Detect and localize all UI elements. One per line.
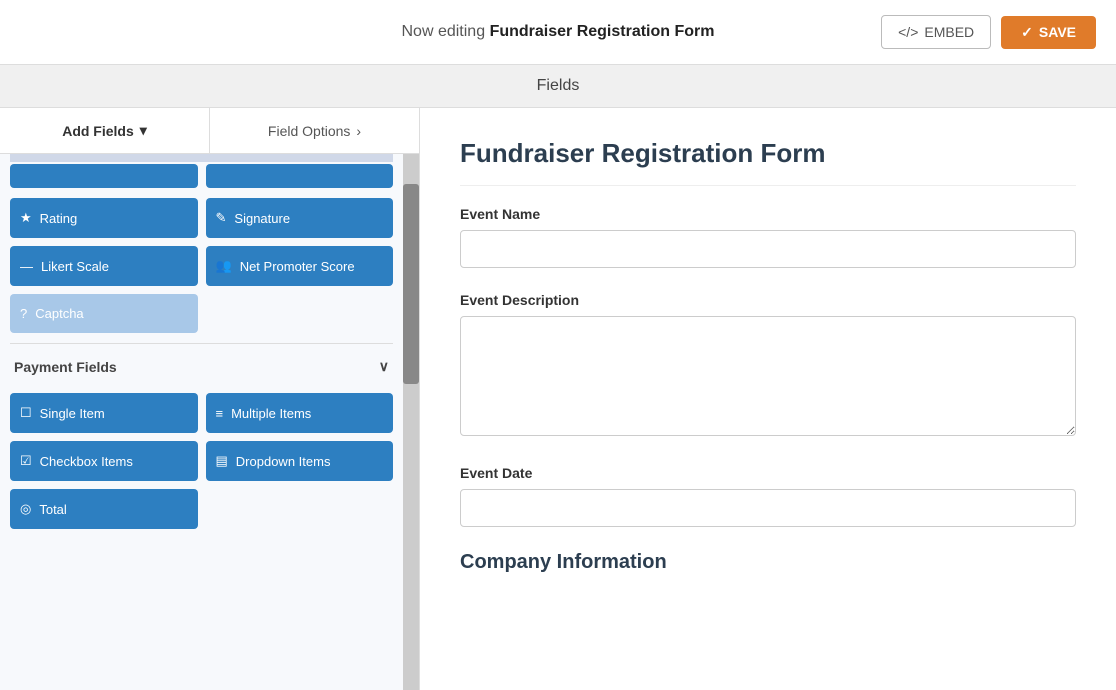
signature-button[interactable]: ✎ Signature [206,198,394,238]
tab-add-fields[interactable]: Add Fields ▾ [0,108,210,153]
scroll-bar[interactable] [403,154,419,690]
event-date-field: Event Date [460,465,1076,527]
checkmark-icon: ✓ [1021,24,1033,41]
likert-icon: — [20,259,33,274]
payment-collapse-icon[interactable]: ∨ [379,358,389,375]
company-information-section: Company Information [460,551,1076,574]
top-bar-actions: </> EMBED ✓ SAVE [881,15,1096,49]
event-description-label: Event Description [460,292,1076,308]
partial-button-top-1 [10,154,393,162]
star-icon: ★ [20,210,32,226]
signature-label: Signature [234,211,290,226]
single-item-icon: ☐ [20,405,32,421]
payment-fields-section: Payment Fields ∨ [10,343,393,383]
tab-bar: Add Fields ▾ Field Options › [0,108,419,154]
form-name-label: Fundraiser Registration Form [490,23,715,40]
multiple-items-button[interactable]: ≡ Multiple Items [206,393,394,433]
chevron-down-icon: ▾ [140,122,147,139]
scroll-thumb[interactable] [403,184,419,384]
save-button[interactable]: ✓ SAVE [1001,16,1096,49]
event-name-label: Event Name [460,206,1076,222]
rating-button[interactable]: ★ Rating [10,198,198,238]
fields-label: Fields [537,77,580,94]
event-date-input[interactable] [460,489,1076,527]
save-label: SAVE [1039,24,1076,40]
embed-icon: </> [898,24,918,40]
captcha-label: Captcha [35,306,83,321]
event-description-field: Event Description [460,292,1076,441]
payment-fields-label: Payment Fields [14,359,117,375]
dropdown-items-icon: ▤ [216,453,228,469]
likert-scale-button[interactable]: — Likert Scale [10,246,198,286]
fields-header: Fields [0,65,1116,108]
payment-buttons-grid: ☐ Single Item ≡ Multiple Items ☑ Checkbo… [10,393,393,481]
right-panel: Fundraiser Registration Form Event Name … [420,108,1116,690]
top-bar: Now editing Fundraiser Registration Form… [0,0,1116,65]
single-item-button[interactable]: ☐ Single Item [10,393,198,433]
left-panel-scroll-wrapper: ★ Rating ✎ Signature — Likert Scale 👥 Ne… [0,154,419,690]
captcha-icon: ? [20,306,27,321]
nps-label: Net Promoter Score [240,259,355,274]
partial-button-right[interactable] [206,164,394,188]
checkbox-items-icon: ☑ [20,453,32,469]
event-name-field: Event Name [460,206,1076,268]
form-title: Fundraiser Registration Form [460,138,1076,186]
signature-icon: ✎ [216,210,227,226]
tab-field-options[interactable]: Field Options › [210,108,419,153]
partial-button-left[interactable] [10,164,198,188]
rating-label: Rating [40,211,78,226]
checkbox-items-label: Checkbox Items [40,454,133,469]
editing-title: Now editing Fundraiser Registration Form [402,23,715,41]
embed-button[interactable]: </> EMBED [881,15,991,49]
dropdown-items-button[interactable]: ▤ Dropdown Items [206,441,394,481]
net-promoter-score-button[interactable]: 👥 Net Promoter Score [206,246,394,286]
add-fields-label: Add Fields [62,123,134,139]
total-label: Total [39,502,66,517]
embed-label: EMBED [924,24,974,40]
checkbox-items-button[interactable]: ☑ Checkbox Items [10,441,198,481]
total-icon: ◎ [20,501,31,517]
left-panel: Add Fields ▾ Field Options › ★ [0,108,420,690]
field-buttons-grid: ★ Rating ✎ Signature — Likert Scale 👥 Ne… [10,198,393,286]
multiple-items-icon: ≡ [216,406,224,421]
event-name-input[interactable] [460,230,1076,268]
fields-scroll-area[interactable]: ★ Rating ✎ Signature — Likert Scale 👥 Ne… [0,154,403,690]
event-description-input[interactable] [460,316,1076,436]
single-item-label: Single Item [40,406,105,421]
main-layout: Add Fields ▾ Field Options › ★ [0,108,1116,690]
editing-label: Now editing [402,23,486,40]
chevron-right-icon: › [356,123,361,139]
likert-label: Likert Scale [41,259,109,274]
dropdown-items-label: Dropdown Items [236,454,331,469]
event-date-label: Event Date [460,465,1076,481]
nps-icon: 👥 [216,258,232,274]
multiple-items-label: Multiple Items [231,406,311,421]
captcha-button[interactable]: ? Captcha [10,294,198,333]
field-options-label: Field Options [268,123,350,139]
total-button[interactable]: ◎ Total [10,489,198,529]
